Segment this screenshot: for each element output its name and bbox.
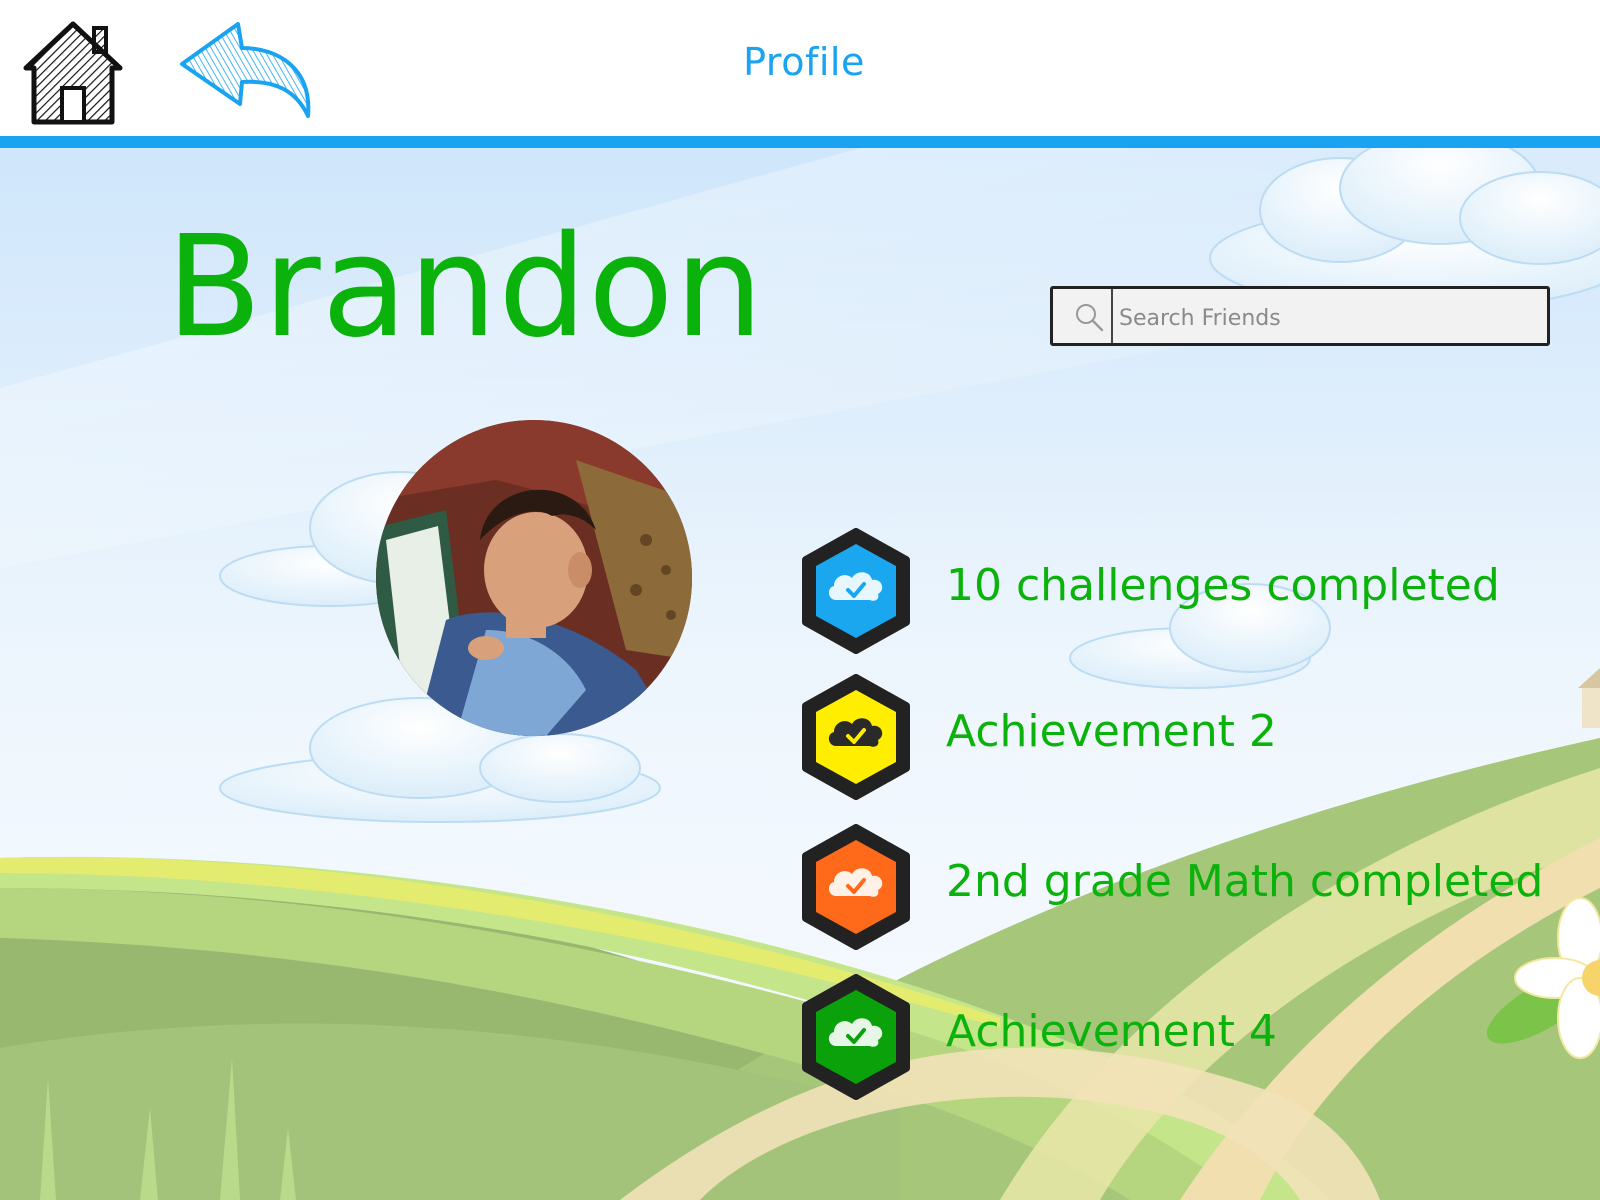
header-divider <box>0 136 1600 148</box>
achievement-badge <box>802 674 910 800</box>
user-name: Brandon <box>166 206 765 369</box>
top-bar: Profile <box>0 0 1600 136</box>
search-input[interactable] <box>1117 297 1541 339</box>
achievement-item: Achievement 2 <box>798 674 1558 804</box>
achievement-badge <box>802 974 910 1100</box>
achievement-label: Achievement 4 <box>946 1006 1277 1057</box>
achievement-label: 2nd grade Math completed <box>946 856 1544 907</box>
avatar <box>376 420 692 736</box>
achievement-item: Achievement 4 <box>798 974 1558 1104</box>
search-divider <box>1111 289 1113 343</box>
page-title: Profile <box>743 40 865 84</box>
achievement-label: 10 challenges completed <box>946 560 1500 611</box>
achievement-label: Achievement 2 <box>946 706 1277 757</box>
achievement-item: 2nd grade Math completed <box>798 824 1558 954</box>
achievement-badge <box>802 528 910 654</box>
search-friends-box[interactable] <box>1050 286 1550 346</box>
search-icon <box>1076 304 1104 332</box>
avatar-photo <box>376 420 692 736</box>
achievement-item: 10 challenges completed <box>798 528 1558 658</box>
achievement-badge <box>802 824 910 950</box>
